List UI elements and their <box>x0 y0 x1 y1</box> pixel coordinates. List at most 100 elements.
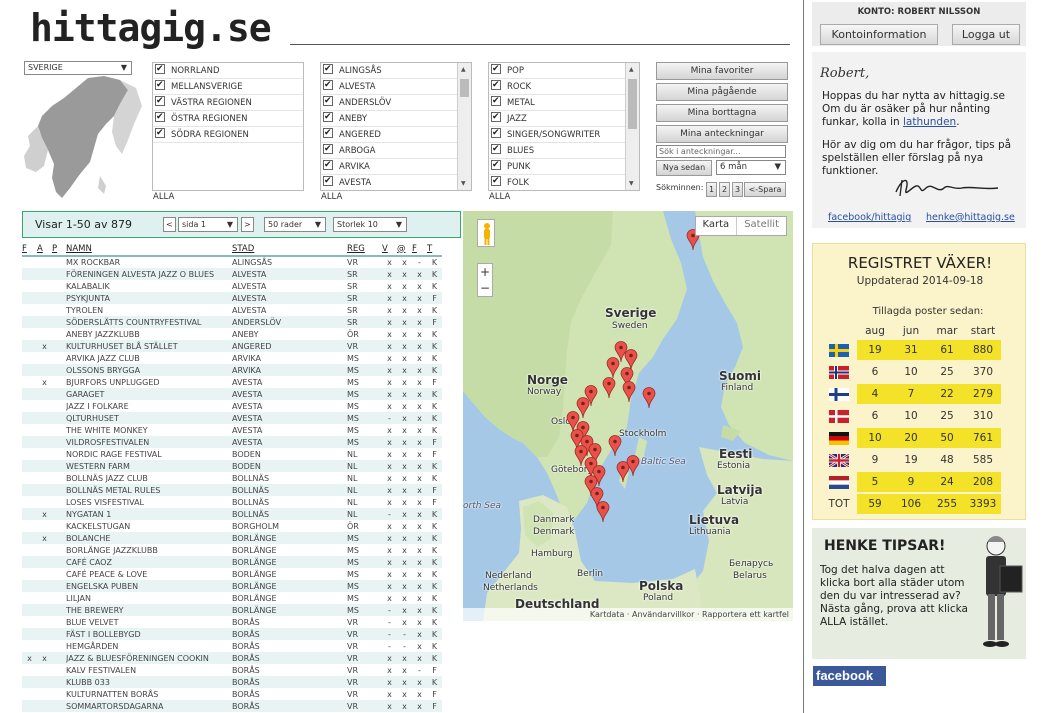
city-row[interactable]: ALVESTA <box>321 77 471 95</box>
gig-name[interactable]: KALV FESTIVALEN <box>66 664 232 676</box>
table-row[interactable]: QLTURHUSET AVESTA MS - x x K <box>22 412 458 424</box>
gig-name[interactable]: PSYKJUNTA <box>66 292 232 304</box>
facebook-link[interactable]: facebook/hittagig <box>828 212 911 223</box>
table-row[interactable]: x x JAZZ & BLUESFÖRENINGEN COOKIN BORÅS VR x x… <box>22 652 458 664</box>
checkbox[interactable] <box>323 125 333 141</box>
gig-name[interactable]: ARVIKA JAZZ CLUB <box>66 352 232 364</box>
gig-name[interactable]: JAZZ I FOLKARE <box>66 400 232 412</box>
map-marker-icon[interactable] <box>622 381 636 403</box>
scroll-up-icon[interactable]: ▲ <box>461 66 466 73</box>
checkbox[interactable] <box>323 157 333 173</box>
genre-row[interactable]: POP <box>489 63 639 79</box>
country-select[interactable]: SVERIGE ▼ <box>24 61 132 75</box>
table-row[interactable]: x BJURFORS UNPLUGGED AVESTA MS x x x F <box>22 376 458 388</box>
gig-name[interactable]: FÄST I BOLLEBYGD <box>66 628 232 640</box>
map-marker-icon[interactable] <box>596 501 610 523</box>
genre-all-link[interactable]: ALLA <box>489 192 510 202</box>
column-header[interactable]: REG <box>347 242 382 257</box>
gig-name[interactable]: BOLLNÄS JAZZ CLUB <box>66 472 232 484</box>
city-row[interactable]: ALINGSÅS <box>321 63 471 79</box>
checkbox[interactable] <box>491 63 501 77</box>
region-row[interactable]: ÖSTRA REGIONEN <box>153 109 303 127</box>
gig-name[interactable]: KULTURNATTEN BORÅS <box>66 688 232 700</box>
map-marker-icon[interactable] <box>642 387 656 409</box>
scroll-down-icon[interactable]: ▼ <box>461 180 466 187</box>
size-select[interactable]: Storlek 10 ▼ <box>333 217 407 232</box>
table-row[interactable]: BLUE VELVET BORÅS VR - x x K <box>22 616 458 628</box>
table-row[interactable]: JAZZ I FOLKARE AVESTA MS x x x K <box>22 400 458 412</box>
genre-row[interactable]: JAZZ <box>489 109 639 127</box>
zoom-out-button[interactable]: − <box>478 280 492 296</box>
search-memory-3[interactable]: 3 <box>732 182 743 197</box>
email-link[interactable]: henke@hittagig.se <box>926 212 1015 223</box>
gig-map[interactable]: Sverige Sweden Norge Norway Suomi Finlan… <box>463 211 793 621</box>
gig-name[interactable]: SÖDERSLÄTTS COUNTRYFESTIVAL <box>66 316 232 328</box>
table-row[interactable]: TYROLEN ALVESTA SR x x x K <box>22 304 458 316</box>
table-row[interactable]: BOLLNÄS JAZZ CLUB BOLLNÄS NL x x x K <box>22 472 458 484</box>
genre-row[interactable]: FOLK <box>489 173 639 190</box>
genre-row[interactable]: SINGER/SONGWRITER <box>489 125 639 143</box>
table-row[interactable]: GARAGET AVESTA MS x x x K <box>22 388 458 400</box>
table-row[interactable]: NORDIC RAGE FESTIVAL BODEN NL x x x F <box>22 448 458 460</box>
table-row[interactable]: MX ROCKBAR ALINGSÅS VR x x - K <box>22 256 458 268</box>
map-type-satellite[interactable]: Satellit <box>736 217 786 235</box>
gig-name[interactable]: LILJAN <box>66 592 232 604</box>
search-memory-2[interactable]: 2 <box>719 182 730 197</box>
gig-name[interactable]: NYGATAN 1 <box>66 508 232 520</box>
pegman-icon[interactable] <box>477 219 495 247</box>
gig-name[interactable]: BORLÄNGE JAZZKLUBB <box>66 544 232 556</box>
checkbox[interactable] <box>491 157 501 173</box>
checkbox[interactable] <box>323 93 333 109</box>
rows-select[interactable]: 50 rader ▼ <box>264 217 326 232</box>
gig-name[interactable]: BOLANCHE <box>66 532 232 544</box>
city-filter-list[interactable]: ALINGSÅS ALVESTA ANDERSLÖV ANEBY ANGERED ARBO… <box>320 62 472 191</box>
city-row[interactable]: ANDERSLÖV <box>321 93 471 111</box>
gig-name[interactable]: MX ROCKBAR <box>66 256 232 268</box>
gig-name[interactable]: NORDIC RAGE FESTIVAL <box>66 448 232 460</box>
checkbox[interactable] <box>155 125 165 141</box>
zoom-control[interactable]: + − <box>477 263 493 297</box>
period-select[interactable]: 6 mån ▼ <box>716 160 786 175</box>
scroll-thumb[interactable] <box>460 79 469 97</box>
table-row[interactable]: x NYGATAN 1 BOLLNÄS NL - x x K <box>22 508 458 520</box>
table-row[interactable]: SOMMARTORSDAGARNA BORÅS VR x x x F <box>22 700 458 712</box>
checkbox[interactable] <box>323 77 333 93</box>
region-row[interactable]: SÖDRA REGIONEN <box>153 125 303 143</box>
table-row[interactable]: x BOLANCHE BORLÄNGE MS x x x K <box>22 532 458 544</box>
table-row[interactable]: LILJAN BORLÄNGE MS x x x K <box>22 592 458 604</box>
gig-name[interactable]: HEMGÅRDEN <box>66 640 232 652</box>
city-scrollbar[interactable]: ▲ ▼ <box>457 63 471 190</box>
region-filter-list[interactable]: NORRLAND MELLANSVERIGE VÄSTRA REGIONEN ÖSTR… <box>152 62 304 191</box>
site-logo[interactable]: hittagig.se <box>30 6 272 50</box>
gig-name[interactable]: BOLLNÄS METAL RULES <box>66 484 232 496</box>
checkbox[interactable] <box>155 63 165 77</box>
region-all-link[interactable]: ALLA <box>153 192 174 202</box>
map-marker-icon[interactable] <box>626 455 640 477</box>
checkbox[interactable] <box>323 109 333 125</box>
gig-name[interactable]: KLUBB 033 <box>66 676 232 688</box>
account-info-button[interactable]: Kontoinformation <box>820 24 938 45</box>
map-type-toggle[interactable]: Karta Satellit <box>694 216 787 236</box>
checkbox[interactable] <box>491 141 501 157</box>
genre-row[interactable]: BLUES <box>489 141 639 159</box>
table-row[interactable]: KULTURNATTEN BORÅS BORÅS VR x x x F <box>22 688 458 700</box>
gig-name[interactable]: WESTERN FARM <box>66 460 232 472</box>
gig-name[interactable]: ANEBY JAZZKLUBB <box>66 328 232 340</box>
table-row[interactable]: SÖDERSLÄTTS COUNTRYFESTIVAL ANDERSLÖV SR x x… <box>22 316 458 328</box>
map-type-map[interactable]: Karta <box>696 217 737 235</box>
table-row[interactable]: BORLÄNGE JAZZKLUBB BORLÄNGE MS x x x K <box>22 544 458 556</box>
facebook-badge[interactable]: facebook <box>813 666 886 686</box>
gig-name[interactable]: CAFÉ PEACE & LOVE <box>66 568 232 580</box>
city-all-link[interactable]: ALLA <box>321 192 342 202</box>
checkbox[interactable] <box>491 93 501 109</box>
table-row[interactable]: HEMGÅRDEN BORÅS VR - - x K <box>22 640 458 652</box>
gig-name[interactable]: BLUE VELVET <box>66 616 232 628</box>
gig-name[interactable]: ENGELSKA PUBEN <box>66 580 232 592</box>
map-marker-icon[interactable] <box>608 435 622 457</box>
gig-name[interactable]: KACKELSTUGAN <box>66 520 232 532</box>
my-removed-button[interactable]: Mina borttagna <box>656 104 788 122</box>
column-header[interactable]: A <box>37 242 52 257</box>
gig-name[interactable]: CAFÉ CAOZ <box>66 556 232 568</box>
my-notes-button[interactable]: Mina anteckningar <box>656 125 788 143</box>
gig-name[interactable]: OLSSONS BRYGGA <box>66 364 232 376</box>
